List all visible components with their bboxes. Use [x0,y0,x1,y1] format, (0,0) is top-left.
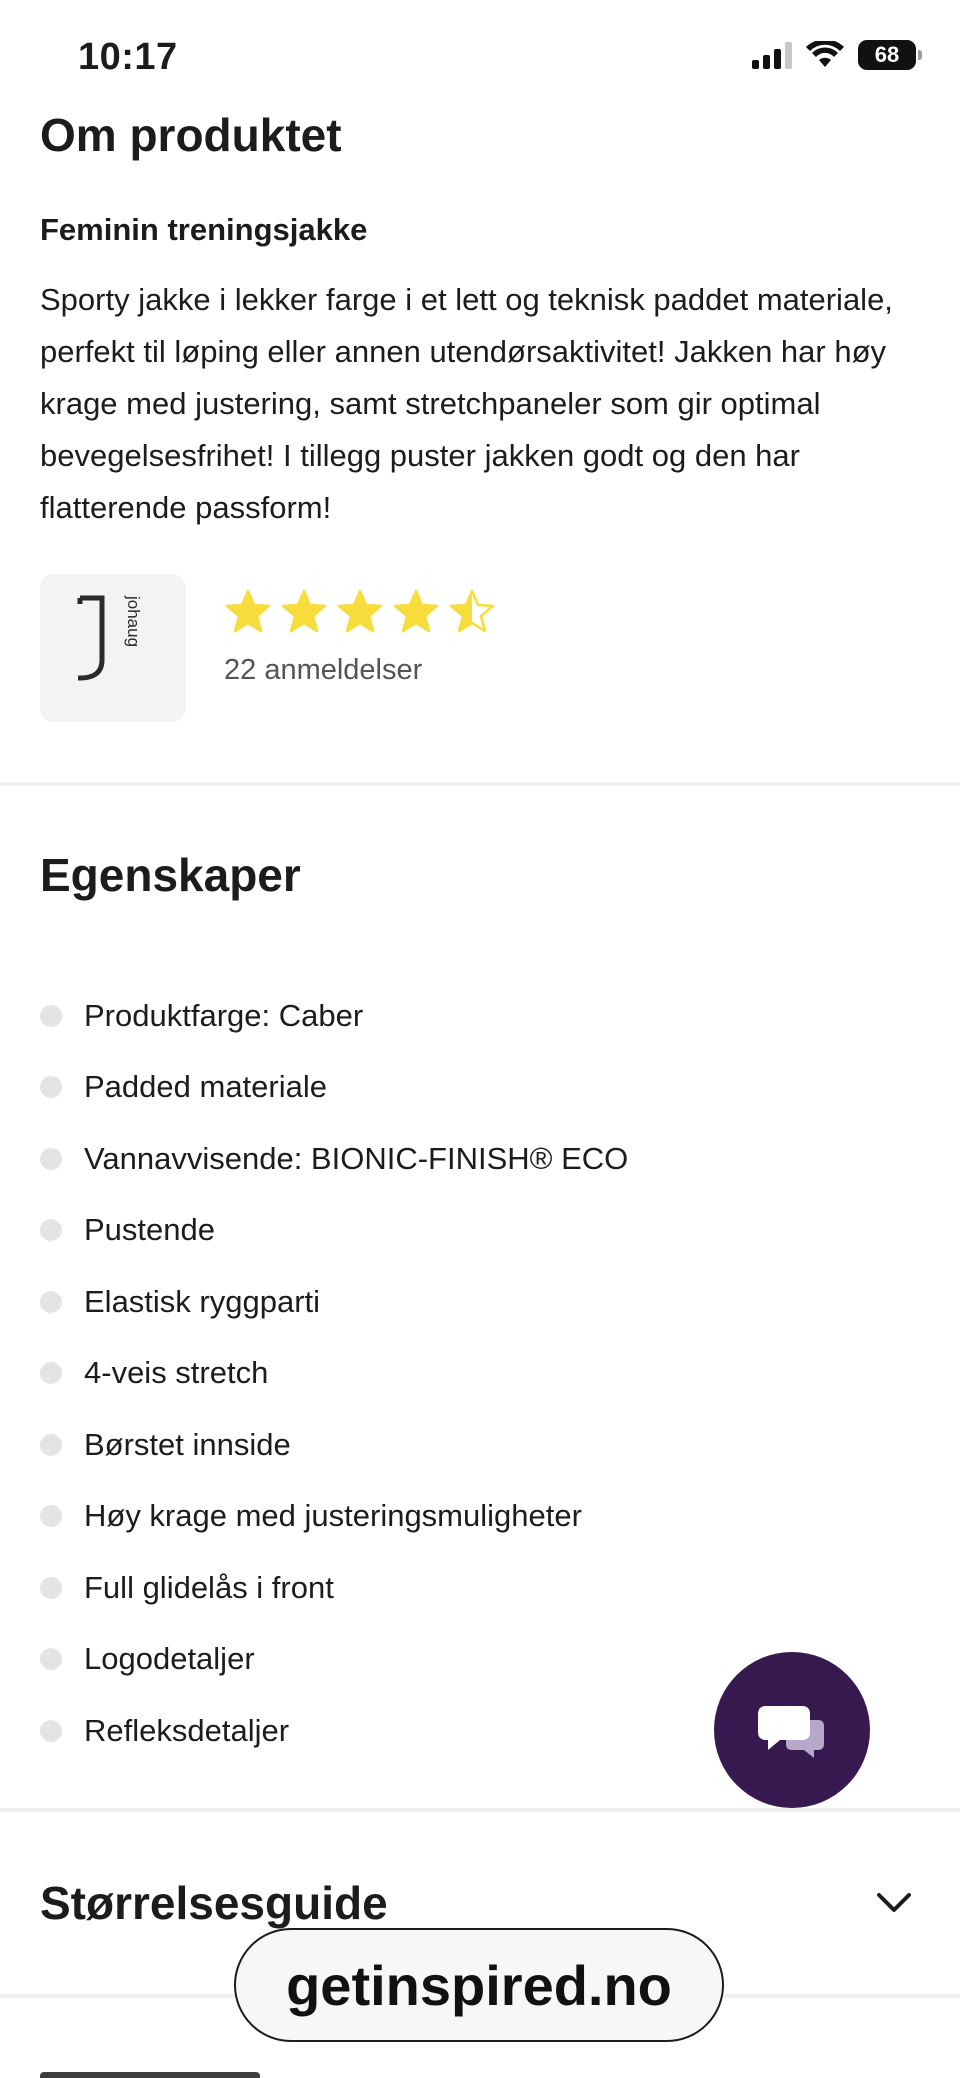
property-item: Børstet innside [40,1409,628,1481]
property-item: Produktfarge: Caber [40,980,628,1052]
svg-text:johaug: johaug [124,595,143,647]
bullet-icon [40,1719,62,1742]
property-text: Padded materiale [84,1069,327,1105]
property-text: Høy krage med justeringsmuligheter [84,1498,582,1534]
status-icons: 68 [752,40,922,70]
bullet-icon [40,1505,62,1528]
property-text: Logodetaljer [84,1641,255,1677]
product-rating[interactable]: 22 anmeldelser [224,588,496,687]
wifi-icon [806,41,844,67]
property-text: Børstet innside [84,1426,291,1462]
chat-button[interactable] [714,1652,870,1808]
property-text: Full glidelås i front [84,1569,334,1605]
battery-level: 68 [874,42,900,67]
status-time: 10:17 [78,36,178,78]
review-count[interactable]: 22 anmeldelser [224,654,496,687]
property-item: Pustende [40,1195,628,1267]
status-bar: 10:17 68 [0,0,960,110]
property-text: Vannavvisende: BIONIC-FINISH® ECO [84,1140,629,1176]
battery-icon: 68 [858,40,922,70]
about-title: Om produktet [40,109,342,161]
section-divider [0,782,960,786]
bullet-icon [40,1147,62,1170]
property-item: Elastisk ryggparti [40,1266,628,1338]
bullet-icon [40,1219,62,1242]
star-filled-icon [337,589,383,633]
section-divider [0,1808,960,1812]
property-text: Produktfarge: Caber [84,997,364,1033]
bullet-icon [40,1576,62,1599]
property-item: Logodetaljer [40,1624,628,1696]
properties-list: Produktfarge: Caber Padded materiale Vanna… [40,980,628,1767]
size-guide-title: Størrelsesguide [40,1877,388,1929]
property-item: Høy krage med justeringsmuligheter [40,1481,628,1553]
bullet-icon [40,1648,62,1671]
star-filled-icon [393,589,439,633]
product-description: Sporty jakke i lekker farge i et lett og… [40,282,893,525]
brand-logo[interactable]: johaug [40,574,186,722]
url-pill[interactable]: getinspired.no [234,1928,724,2042]
star-filled-icon [225,589,271,633]
property-text: Pustende [84,1212,215,1248]
property-text: 4-veis stretch [84,1355,269,1391]
star-half-icon [449,589,495,633]
bullet-icon [40,1290,62,1313]
chat-bubbles-icon [758,1706,824,1758]
product-page: 10:17 68 Om produktet Feminin treningsja… [0,0,960,2078]
property-text: Elastisk ryggparti [84,1283,321,1319]
property-item: Padded materiale [40,1052,628,1124]
bullet-icon [40,1004,62,1027]
rating-stars [224,588,496,634]
product-name: Feminin treningsjakke [40,212,368,247]
bullet-icon [40,1076,62,1099]
chevron-down-icon[interactable] [876,1892,912,1914]
next-section-title-partial [40,2060,340,2078]
property-item: Vannavvisende: BIONIC-FINISH® ECO [40,1123,628,1195]
star-filled-icon [281,589,327,633]
bullet-icon [40,1362,62,1385]
property-item: Refleksdetaljer [40,1695,628,1767]
property-item: 4-veis stretch [40,1338,628,1410]
property-text: Refleksdetaljer [84,1712,290,1748]
properties-title: Egenskaper [40,849,301,901]
property-item: Full glidelås i front [40,1552,628,1624]
cellular-signal-icon [752,41,792,69]
bullet-icon [40,1433,62,1456]
johaug-logo-icon: johaug [77,595,143,681]
